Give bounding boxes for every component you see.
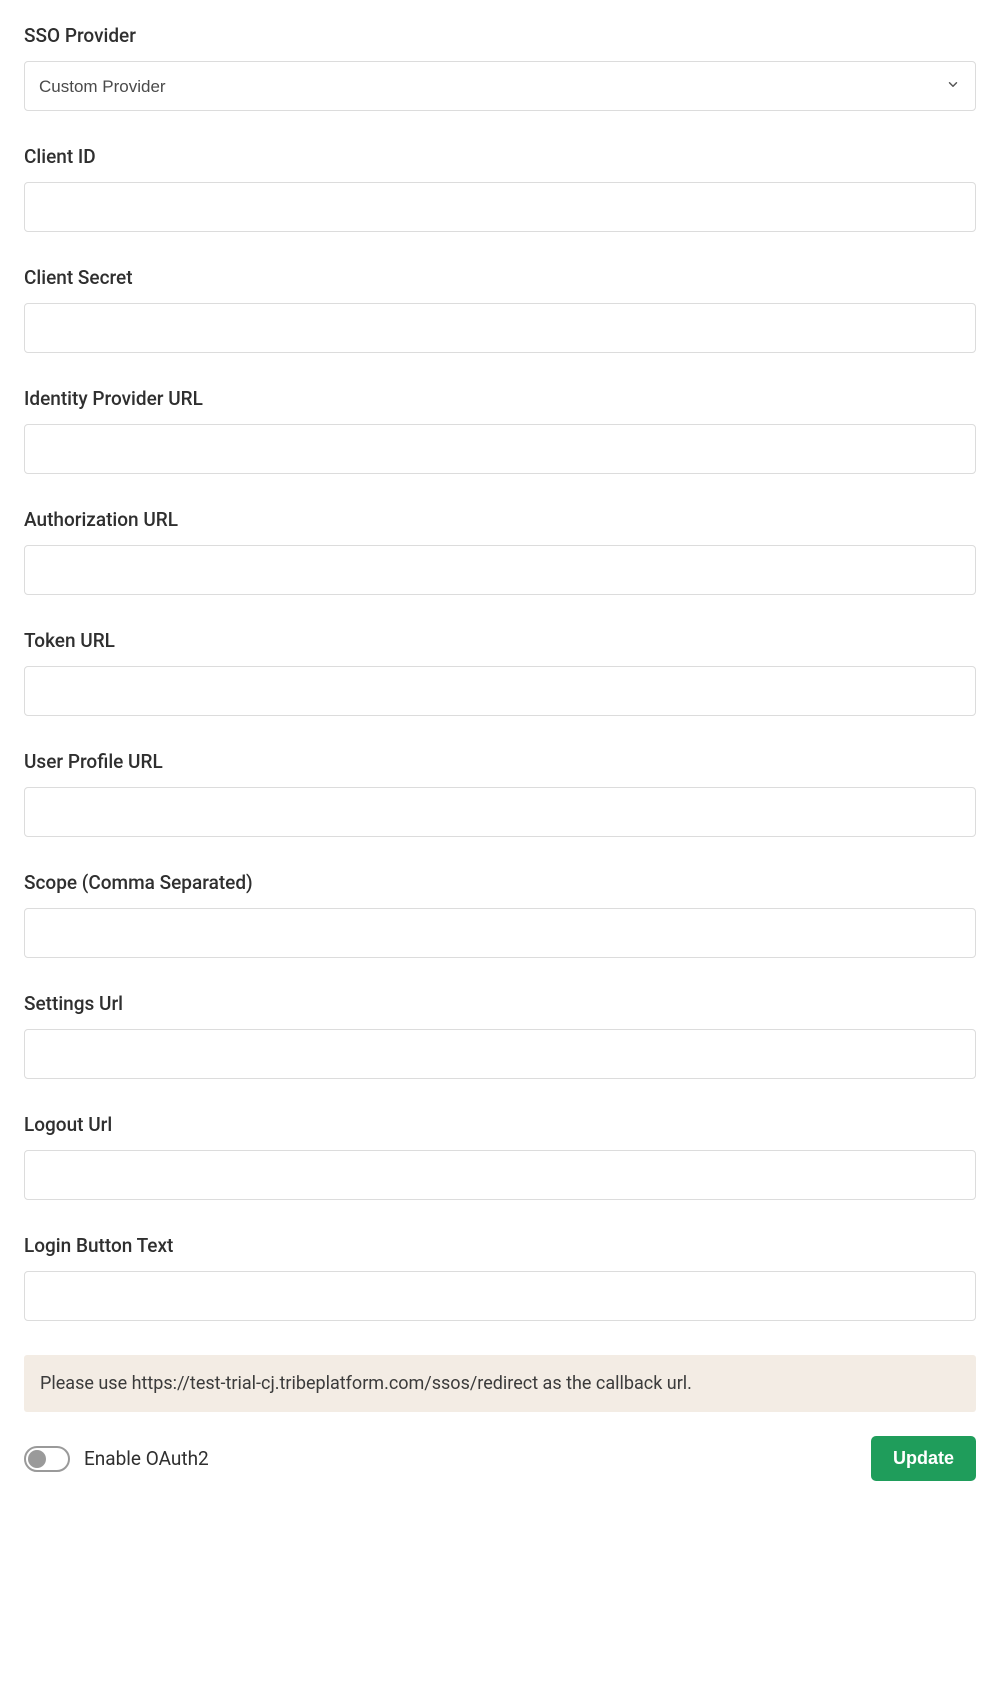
client-id-input[interactable] xyxy=(24,182,976,232)
enable-oauth2-label: Enable OAuth2 xyxy=(84,1447,209,1470)
sso-provider-select[interactable]: Custom Provider xyxy=(24,61,976,111)
settings-url-group: Settings Url xyxy=(24,992,976,1079)
sso-provider-select-wrap: Custom Provider xyxy=(24,61,976,111)
idp-url-input[interactable] xyxy=(24,424,976,474)
enable-oauth2-group: Enable OAuth2 xyxy=(24,1446,209,1472)
client-secret-input[interactable] xyxy=(24,303,976,353)
idp-url-label: Identity Provider URL xyxy=(24,387,976,410)
token-url-input[interactable] xyxy=(24,666,976,716)
toggle-knob-icon xyxy=(28,1450,46,1468)
client-id-label: Client ID xyxy=(24,145,976,168)
client-secret-label: Client Secret xyxy=(24,266,976,289)
sso-provider-label: SSO Provider xyxy=(24,24,976,47)
login-button-text-label: Login Button Text xyxy=(24,1234,976,1257)
token-url-group: Token URL xyxy=(24,629,976,716)
idp-url-group: Identity Provider URL xyxy=(24,387,976,474)
auth-url-group: Authorization URL xyxy=(24,508,976,595)
user-profile-url-group: User Profile URL xyxy=(24,750,976,837)
auth-url-label: Authorization URL xyxy=(24,508,976,531)
callback-url-note: Please use https://test-trial-cj.tribepl… xyxy=(24,1355,976,1412)
footer-row: Enable OAuth2 Update xyxy=(24,1436,976,1481)
sso-provider-group: SSO Provider Custom Provider xyxy=(24,24,976,111)
logout-url-group: Logout Url xyxy=(24,1113,976,1200)
scope-group: Scope (Comma Separated) xyxy=(24,871,976,958)
settings-url-label: Settings Url xyxy=(24,992,976,1015)
auth-url-input[interactable] xyxy=(24,545,976,595)
enable-oauth2-toggle[interactable] xyxy=(24,1446,70,1472)
logout-url-label: Logout Url xyxy=(24,1113,976,1136)
user-profile-url-label: User Profile URL xyxy=(24,750,976,773)
update-button[interactable]: Update xyxy=(871,1436,976,1481)
scope-label: Scope (Comma Separated) xyxy=(24,871,976,894)
scope-input[interactable] xyxy=(24,908,976,958)
user-profile-url-input[interactable] xyxy=(24,787,976,837)
client-id-group: Client ID xyxy=(24,145,976,232)
settings-url-input[interactable] xyxy=(24,1029,976,1079)
login-button-text-group: Login Button Text xyxy=(24,1234,976,1321)
login-button-text-input[interactable] xyxy=(24,1271,976,1321)
logout-url-input[interactable] xyxy=(24,1150,976,1200)
client-secret-group: Client Secret xyxy=(24,266,976,353)
token-url-label: Token URL xyxy=(24,629,976,652)
